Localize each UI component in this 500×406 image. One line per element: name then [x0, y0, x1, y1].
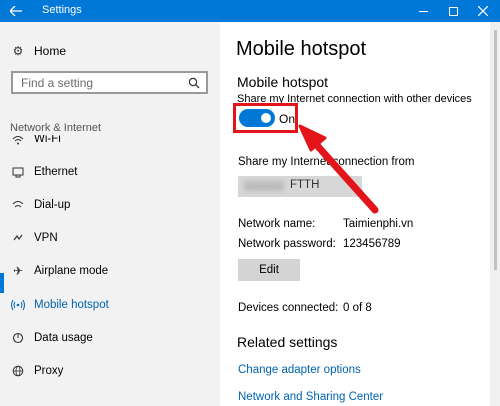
scrollbar-thumb[interactable] — [494, 30, 497, 270]
title-bar: Settings — [0, 0, 500, 22]
sidebar-item-label: VPN — [34, 232, 58, 244]
globe-icon — [10, 365, 26, 377]
sidebar-item-label: Wi-Fi — [34, 135, 61, 145]
sidebar-item-ethernet[interactable]: Ethernet — [10, 162, 77, 182]
ethernet-icon — [10, 166, 26, 178]
section-title: Mobile hotspot — [237, 74, 329, 90]
change-adapter-options-link[interactable]: Change adapter options — [238, 364, 361, 376]
vpn-icon — [10, 233, 26, 243]
sidebar-item-label: Data usage — [34, 332, 93, 344]
sidebar-home-label: Home — [34, 44, 67, 58]
dropdown-value: FTTH — [290, 179, 320, 191]
sidebar-item-mobile-hotspot[interactable]: Mobile hotspot — [10, 295, 109, 315]
hotspot-icon — [10, 299, 26, 311]
share-from-dropdown[interactable]: FTTH — [238, 176, 362, 197]
sidebar-item-airplane[interactable]: ✈ Airplane mode — [10, 261, 108, 281]
sidebar-item-label: Mobile hotspot — [34, 299, 109, 311]
sidebar-item-dialup[interactable]: Dial-up — [10, 195, 70, 215]
maximize-icon[interactable] — [438, 0, 468, 22]
sidebar-section-title: Network & Internet — [10, 122, 102, 134]
sidebar-item-proxy[interactable]: Proxy — [10, 361, 63, 381]
edit-button[interactable]: Edit — [238, 259, 300, 281]
dialup-icon — [10, 200, 26, 210]
devices-connected-label: Devices connected: — [238, 302, 339, 314]
network-name-label: Network name: — [238, 218, 316, 230]
data-usage-icon — [10, 332, 26, 344]
back-arrow-icon[interactable] — [0, 0, 32, 22]
network-password-value: 123456789 — [343, 238, 401, 250]
search-placeholder: Find a setting — [21, 76, 94, 90]
sidebar-item-home[interactable]: ⚙ Home — [10, 42, 66, 60]
search-icon[interactable] — [188, 76, 200, 89]
related-settings-title: Related settings — [237, 334, 338, 350]
close-icon[interactable] — [468, 0, 498, 22]
minimize-icon[interactable] — [408, 0, 438, 22]
airplane-icon: ✈ — [12, 264, 24, 278]
page-title: Mobile hotspot — [236, 38, 367, 60]
sidebar-item-label: Ethernet — [34, 166, 78, 178]
window-title: Settings — [42, 4, 82, 16]
sidebar: ⚙ Home Find a setting Network & Internet… — [0, 22, 220, 406]
sidebar-item-vpn[interactable]: VPN — [10, 228, 58, 248]
sidebar-item-label: Dial-up — [34, 199, 71, 211]
blurred-text — [244, 181, 284, 191]
sidebar-item-label: Proxy — [34, 365, 64, 377]
sidebar-item-data-usage[interactable]: Data usage — [10, 328, 93, 348]
gear-icon: ⚙ — [12, 44, 24, 58]
active-indicator — [0, 273, 4, 293]
devices-connected-value: 0 of 8 — [343, 302, 372, 314]
share-from-label: Share my Internet connection from — [238, 156, 415, 168]
wifi-icon — [10, 135, 26, 145]
search-input[interactable]: Find a setting — [11, 71, 208, 94]
sidebar-item-label: Airplane mode — [34, 265, 109, 277]
network-name-value: Taimienphi.vn — [343, 218, 414, 230]
sidebar-item-wifi[interactable]: Wi-Fi — [10, 135, 61, 145]
annotation-highlight-box — [233, 103, 298, 133]
network-password-label: Network password: — [238, 238, 336, 250]
network-sharing-center-link[interactable]: Network and Sharing Center — [238, 391, 383, 403]
